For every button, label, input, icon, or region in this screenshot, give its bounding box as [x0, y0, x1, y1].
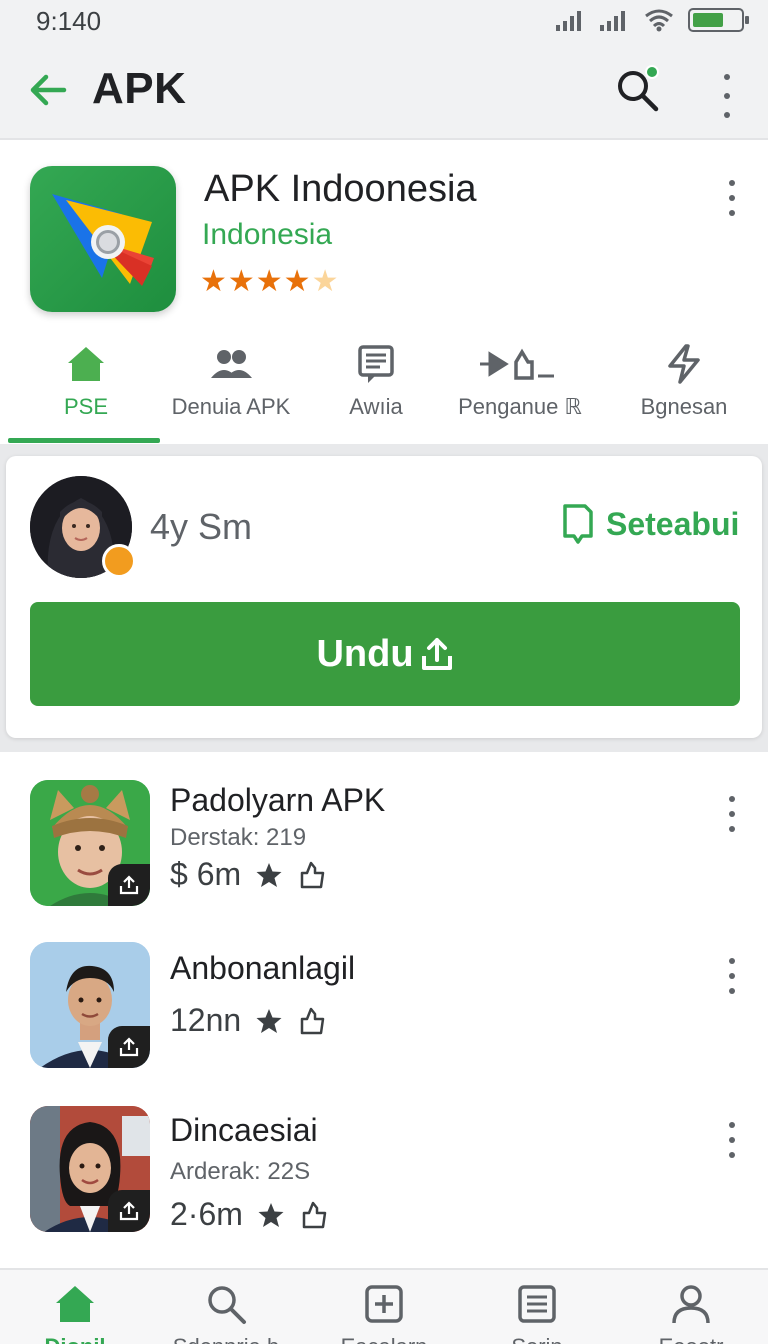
nav-dionil[interactable]: Dionil: [30, 1282, 120, 1344]
page-title: APK: [92, 64, 187, 113]
status-bar: 9:140: [0, 0, 768, 44]
app-header: APK Indoonesia Indonesia ★★★★★: [0, 140, 768, 330]
arrow-back-icon[interactable]: [24, 66, 72, 114]
tab-label: Penganue ℝ: [458, 394, 582, 419]
tab-bgnesan[interactable]: Bgnesan: [628, 330, 740, 440]
nav-label: Eacalarn: [341, 1334, 428, 1344]
app-thumbnail: [30, 1106, 150, 1232]
download-button[interactable]: Undu: [30, 602, 740, 706]
status-time: 9:140: [36, 6, 102, 36]
app-thumbnail: [30, 942, 150, 1068]
home-icon: [68, 347, 104, 381]
star-full-icon: ★★★★: [200, 265, 312, 298]
more-vert-icon[interactable]: [710, 74, 744, 118]
featured-card: 4y Sm Seteabui Undu: [6, 456, 762, 738]
list-item[interactable]: Dincaesiai Arderak: 22S 2·6m: [0, 1082, 768, 1268]
star-icon: [258, 1202, 284, 1227]
list-item-size: $ 6m: [170, 856, 242, 892]
star-icon: [256, 1008, 282, 1033]
list-item-subtitle: Derstak: 219: [170, 824, 307, 851]
list-item[interactable]: Anbonanlagil 12nn: [0, 922, 768, 1082]
download-badge-icon: [108, 864, 150, 906]
signal-icon: [556, 9, 586, 31]
save-button[interactable]: Seteabui: [560, 502, 739, 546]
search-icon[interactable]: [612, 64, 664, 116]
list-item-title: Dincaesiai: [170, 1112, 318, 1148]
person-icon: [672, 1285, 710, 1324]
tab-label: Bgnesan: [640, 394, 728, 419]
list-item-meta: 12nn: [170, 1002, 327, 1039]
verified-badge-icon: [102, 544, 136, 578]
upload-icon: [421, 638, 452, 670]
nav-label: Sdenpria b: [173, 1334, 279, 1344]
nav-eacalarn[interactable]: Eacalarn: [334, 1282, 434, 1344]
add-box-icon: [365, 1285, 403, 1323]
list-item[interactable]: Padolyarn APK Derstak: 219 $ 6m: [0, 752, 768, 922]
bottom-navigation: Dionil Sdenpria b Eacalarn Serin Eeootr: [0, 1268, 768, 1344]
tab-penganue[interactable]: Penganue ℝ: [452, 330, 588, 440]
bookmark-icon: [563, 504, 593, 544]
app-thumbnail: [30, 780, 150, 906]
save-label: Seteabui: [606, 505, 740, 542]
post-time: 4y Sm: [150, 506, 253, 547]
nav-eeootr[interactable]: Eeootr: [646, 1282, 736, 1344]
app-more-icon[interactable]: [722, 180, 742, 216]
star-icon: [256, 862, 282, 887]
tab-awiia[interactable]: Awıia: [330, 330, 422, 440]
list-item-more-icon[interactable]: [722, 1122, 742, 1158]
home-icon: [56, 1286, 94, 1322]
wifi-icon: [645, 9, 673, 32]
battery-icon: [688, 8, 749, 32]
download-badge-icon: [108, 1026, 150, 1068]
search-icon: [208, 1286, 246, 1324]
bolt-icon: [668, 344, 700, 384]
tab-pse[interactable]: PSE: [30, 330, 142, 440]
app-developer[interactable]: Indonesia: [202, 218, 332, 252]
signal-icon: [600, 9, 630, 31]
top-app-bar: APK: [0, 44, 768, 140]
tab-bar: PSE Denuia APK Awıia Penganue ℝ Bgnesan: [0, 330, 768, 444]
tab-label: Denuia APK: [171, 394, 291, 419]
list-item-meta: $ 6m: [170, 856, 327, 893]
list-item-title: Anbonanlagil: [170, 950, 356, 986]
nav-label: Eeootr: [659, 1334, 724, 1344]
share-icon[interactable]: [297, 860, 327, 890]
list-item-meta: 2·6m: [170, 1196, 329, 1233]
app-list: Padolyarn APK Derstak: 219 $ 6m Anbonanl…: [0, 752, 768, 1268]
list-item-size: 12nn: [170, 1002, 242, 1038]
nav-serin[interactable]: Serin: [492, 1282, 582, 1344]
list-item-more-icon[interactable]: [722, 796, 742, 832]
document-icon: [358, 345, 394, 383]
download-badge-icon: [108, 1190, 150, 1232]
app-logo-icon: [30, 166, 176, 312]
list-icon: [518, 1285, 556, 1323]
active-tab-indicator: [8, 438, 160, 443]
share-icon[interactable]: [299, 1200, 329, 1230]
download-label: Undu: [316, 632, 414, 675]
nav-sdenpria[interactable]: Sdenpria b: [166, 1282, 286, 1344]
share-icon: [480, 348, 554, 380]
app-name: APK Indoonesia: [204, 168, 477, 210]
list-item-more-icon[interactable]: [722, 958, 742, 994]
tab-label: PSE: [63, 394, 109, 419]
list-item-size: 2·6m: [170, 1196, 243, 1232]
featured-section: 4y Sm Seteabui Undu: [0, 444, 768, 752]
tab-label: Awıia: [349, 394, 403, 419]
nav-label: Dionil: [44, 1334, 105, 1344]
tab-denuia-apk[interactable]: Denuia APK: [160, 330, 302, 440]
share-icon[interactable]: [297, 1006, 327, 1036]
list-item-subtitle: Arderak: 22S: [170, 1158, 311, 1185]
status-icons: [556, 8, 749, 32]
star-half-icon: ★: [311, 265, 340, 298]
list-item-title: Padolyarn APK: [170, 782, 386, 818]
nav-label: Serin: [511, 1334, 562, 1344]
rating-stars: ★★★★★: [200, 264, 339, 299]
people-icon: [211, 350, 252, 378]
